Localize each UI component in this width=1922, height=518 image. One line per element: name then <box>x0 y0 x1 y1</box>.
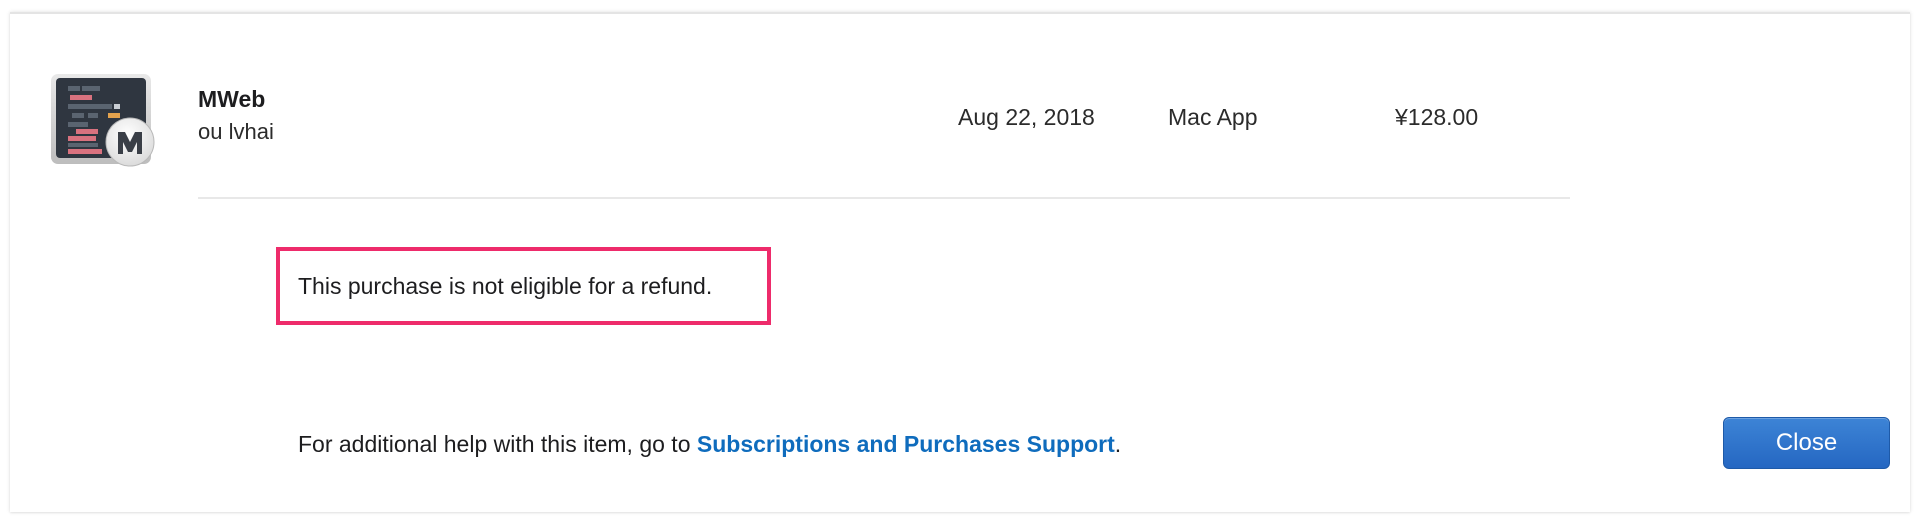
item-type: Mac App <box>1168 104 1258 130</box>
mweb-app-icon <box>51 74 155 167</box>
help-prefix: For additional help with this item, go t… <box>298 431 697 457</box>
developer-name: ou lvhai <box>198 119 274 144</box>
close-button[interactable]: Close <box>1723 417 1890 469</box>
app-name: MWeb <box>198 86 266 112</box>
purchase-date: Aug 22, 2018 <box>958 104 1095 130</box>
refund-message: This purchase is not eligible for a refu… <box>298 273 713 299</box>
help-suffix: . <box>1114 431 1122 457</box>
row-divider <box>198 197 1570 199</box>
support-link[interactable]: Subscriptions and Purchases Support <box>697 431 1115 457</box>
help-text: For additional help with this item, go t… <box>298 431 1121 458</box>
item-price: ¥128.00 <box>1395 104 1479 130</box>
